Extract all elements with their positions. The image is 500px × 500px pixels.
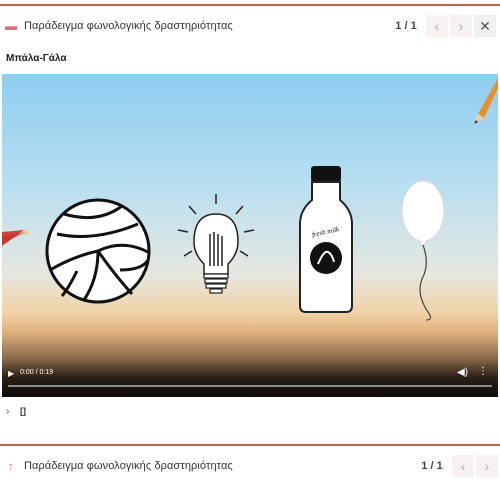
chevron-left-icon: ‹: [434, 18, 440, 34]
header-title: Παράδειγμα φωνολογικής δραστηριότητας: [24, 460, 233, 472]
collapse-icon[interactable]: ▬: [0, 7, 22, 45]
expand-chevron-icon[interactable]: ›: [6, 406, 9, 417]
next-button[interactable]: ›: [450, 15, 472, 37]
activity-label: Μπάλα-Γάλα: [6, 53, 67, 64]
activity-header-top: ▬ Παράδειγμα φωνολογικής δραστηριότητας …: [0, 4, 500, 46]
activity-header-bottom: ↑ Παράδειγμα φωνολογικής δραστηριότητας …: [0, 444, 500, 486]
chevron-right-icon: ›: [484, 458, 490, 474]
lightbulb-image: [177, 194, 255, 294]
more-options-icon[interactable]: ⋮: [478, 366, 488, 377]
next-button[interactable]: ›: [476, 455, 498, 477]
transcript-icon[interactable]: []: [20, 406, 26, 416]
chevron-right-icon: ›: [458, 18, 464, 34]
video-time: 0:00 / 0:19: [20, 369, 54, 376]
milk-bottle-image: fresh milk: [299, 166, 353, 313]
pencil-right-image: [474, 78, 498, 124]
arrow-up-icon[interactable]: ↑: [0, 447, 22, 485]
balloon-image: [401, 180, 445, 321]
below-video-bar: › []: [0, 400, 500, 422]
prev-button[interactable]: ‹: [426, 15, 448, 37]
page-counter: 1 / 1: [395, 20, 417, 32]
play-icon[interactable]: ▶: [8, 369, 14, 378]
close-icon: ✕: [479, 17, 491, 34]
video-controls: ▶ 0:00 / 0:19 ◀) ⋮: [2, 357, 498, 397]
close-button[interactable]: ✕: [474, 15, 496, 37]
volleyball-image: [45, 198, 151, 304]
header-title: Παράδειγμα φωνολογικής δραστηριότητας: [24, 20, 233, 32]
pencil-left-image: [2, 230, 32, 246]
prev-button[interactable]: ‹: [452, 455, 474, 477]
progress-bar[interactable]: [8, 385, 492, 387]
chevron-left-icon: ‹: [460, 458, 466, 474]
volume-icon[interactable]: ◀): [457, 367, 468, 378]
video-player[interactable]: fresh milk ▶ 0:00 / 0:19 ◀) ⋮: [2, 74, 498, 397]
page-counter: 1 / 1: [421, 460, 443, 472]
